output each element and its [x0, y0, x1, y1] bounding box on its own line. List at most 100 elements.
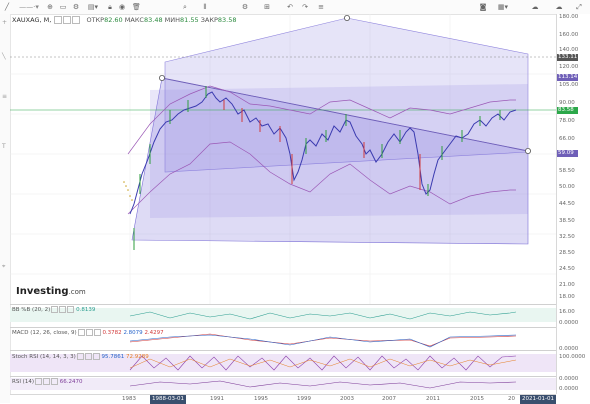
macd-axis-value: 0.0000 [559, 346, 579, 352]
fullscreen-icon[interactable]: ⤢ [572, 2, 586, 12]
investing-logo: Investing.com [16, 286, 86, 297]
bars-icon[interactable]: ⫴ [200, 2, 210, 12]
rsi-value: 66.2470 [59, 379, 83, 385]
low-value: 81.55 [180, 16, 199, 24]
cloud-save-icon[interactable]: ☁ [552, 2, 566, 12]
time-tick: 2003 [340, 396, 354, 402]
open-label: ОТКР [86, 16, 105, 24]
stoch-close-button[interactable] [92, 353, 100, 360]
price-tick: 120.00 [559, 64, 579, 70]
price-tick: 105.00 [559, 82, 579, 88]
time-tick: 1999 [297, 396, 311, 402]
zoom-icon[interactable]: ⌕ [180, 2, 190, 12]
price-tick: 28.50 [559, 250, 575, 256]
macd-settings-button[interactable] [85, 329, 93, 336]
rsi-eye-button[interactable] [34, 378, 42, 385]
open-value: 82.60 [104, 16, 123, 24]
price-tick: 140.00 [559, 47, 579, 53]
bb-legend: BB %B (20, 2) 0.8139 [12, 306, 95, 313]
macd-value-2: 2.8079 [123, 330, 143, 336]
price-tick: 50.00 [559, 184, 575, 190]
stoch-settings-button[interactable] [84, 353, 92, 360]
redo-icon[interactable]: ↷ [300, 2, 310, 12]
time-tick: 2015 [470, 396, 484, 402]
measure-tool-icon[interactable]: ⌖ [2, 264, 8, 270]
bb-eye-button[interactable] [51, 306, 59, 313]
channel-handle[interactable] [343, 15, 350, 21]
macd-value-3: 2.4297 [144, 330, 164, 336]
rsi-label: RSI (14) [12, 379, 34, 385]
cloud-icon[interactable]: ☁ [528, 2, 542, 12]
close-value: 83.58 [217, 16, 237, 24]
macd-label: MACD (12, 26, close, 9) [12, 330, 77, 336]
gear-icon[interactable]: ⚙ [240, 2, 250, 12]
high-label: МАКС [124, 16, 144, 24]
low-label: МИН [164, 16, 181, 24]
indicators-icon[interactable]: ⊞ [262, 2, 272, 12]
time-tick: 1991 [210, 396, 224, 402]
price-tick: 78.00 [559, 118, 575, 124]
rsi-close-button[interactable] [50, 378, 58, 385]
stoch-eye-button[interactable] [76, 353, 84, 360]
symbol-legend: XAUXAG, M, ОТКР82.60 МАКС83.48 МИН81.55 … [12, 15, 236, 25]
close-label: ЗАКР [200, 16, 218, 24]
text-tool-icon[interactable]: T [2, 144, 8, 150]
symbol-label[interactable]: XAUXAG, M, [12, 16, 51, 24]
stoch-label: Stoch RSI (14, 14, 3, 3) [12, 354, 76, 360]
stoch-axis-top: 100.0000 [559, 354, 586, 360]
price-tick: 24.50 [559, 266, 575, 272]
camera-icon[interactable]: ◙ [478, 2, 488, 12]
lock-icon[interactable]: 🔒︎ [106, 2, 114, 12]
legend-settings-button[interactable] [63, 16, 72, 24]
trash-icon[interactable]: 🗑︎ [132, 2, 141, 12]
bb-axis-value: 0.0000 [559, 320, 579, 326]
eye-icon[interactable]: ◉ [118, 2, 126, 12]
price-tick: 58.50 [559, 168, 575, 174]
ohlc-values: ОТКР82.60 МАКС83.48 МИН81.55 ЗАКР83.58 [86, 16, 236, 24]
time-tick: 2011 [426, 396, 440, 402]
bb-close-button[interactable] [67, 306, 75, 313]
indicator-panes [10, 308, 556, 390]
stoch-value-1: 95.7861 [101, 354, 125, 360]
undo-icon[interactable]: ↶ [285, 2, 295, 12]
line-style-dropdown[interactable]: ——·▾ [16, 2, 42, 12]
price-tag-mid: 113.14 [557, 74, 578, 81]
color-icon[interactable]: ▭ [58, 2, 68, 12]
time-tick: 1983 [122, 396, 136, 402]
bb-label: BB %B (20, 2) [12, 307, 51, 313]
compare-icon[interactable]: ≡ [316, 2, 326, 12]
macd-legend: MACD (12, 26, close, 9) 0.3782 2.8079 2.… [12, 329, 164, 336]
trend-handle-start[interactable] [158, 75, 165, 82]
price-axis[interactable]: 180.00 160.00 140.00 120.00 105.00 90.00… [556, 14, 590, 394]
cursor-tool-icon[interactable]: + [2, 20, 8, 26]
bb-settings-button[interactable] [59, 306, 67, 313]
settings-icon[interactable]: ⚙ [72, 2, 80, 12]
price-tick: 180.00 [559, 14, 579, 20]
crosshair-icon[interactable]: ⊕ [46, 2, 54, 12]
layout-icon[interactable]: ▦▾ [496, 2, 510, 12]
price-tick: 66.00 [559, 136, 575, 142]
drawing-toolbar: ╱ ——·▾ ⊕ ▭ ⚙ ▤▾ 🔒︎ ◉ 🗑︎ ⌕ ⫴ ⚙ ⊞ ↶ ↷ ≡ ◙ … [0, 0, 590, 15]
fib-tool-icon[interactable]: ≡ [2, 94, 8, 100]
bb-value: 0.8139 [76, 307, 96, 313]
price-chart[interactable] [10, 14, 556, 304]
price-tick: 21.00 [559, 282, 575, 288]
price-tick: 18.00 [559, 294, 575, 300]
macd-line [129, 334, 517, 348]
price-tick: 160.00 [559, 32, 579, 38]
stoch-axis-bottom: 0.0000 [559, 376, 579, 382]
time-tick: 2007 [382, 396, 396, 402]
macd-eye-button[interactable] [77, 329, 85, 336]
legend-close-button[interactable] [72, 16, 81, 24]
stoch-value-2: 72.9289 [125, 354, 149, 360]
macd-close-button[interactable] [93, 329, 101, 336]
rsi-settings-button[interactable] [42, 378, 50, 385]
rsi-band [10, 378, 556, 390]
price-tick: 32.50 [559, 234, 575, 240]
trend-handle-end[interactable] [525, 147, 532, 154]
line-tool-icon[interactable]: ╱ [2, 2, 12, 12]
legend-eye-button[interactable] [54, 16, 63, 24]
fill-icon[interactable]: ▤▾ [86, 2, 100, 12]
stoch-legend: Stoch RSI (14, 14, 3, 3) 95.7861 72.9289 [12, 353, 149, 360]
trendline-tool-icon[interactable]: ╲ [2, 54, 8, 60]
